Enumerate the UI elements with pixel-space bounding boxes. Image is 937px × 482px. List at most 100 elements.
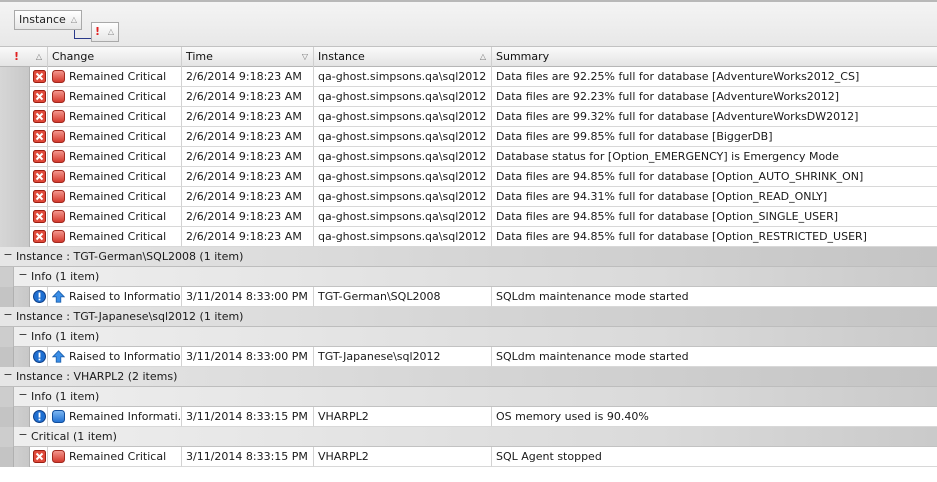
instance-cell: qa-ghost.simpsons.qa\sql2012 xyxy=(314,87,492,107)
instance-cell: qa-ghost.simpsons.qa\sql2012 xyxy=(314,107,492,127)
severity-cell xyxy=(30,447,48,467)
instance-cell: qa-ghost.simpsons.qa\sql2012 xyxy=(314,67,492,87)
severity-cell xyxy=(30,347,48,367)
row-indent xyxy=(0,187,30,207)
row-indent-outer xyxy=(0,447,14,467)
group-label: Instance : TGT-Japanese\sql2012 (1 item) xyxy=(16,310,244,323)
group-by-severity-label: ! xyxy=(95,25,101,38)
collapse-icon[interactable]: − xyxy=(18,329,28,341)
sort-ascending-icon: △ xyxy=(107,27,114,36)
change-cell: Remained Critical xyxy=(48,167,182,187)
change-text: Remained Critical xyxy=(69,150,167,163)
subgroup-row[interactable]: − Info (1 item) xyxy=(0,387,937,407)
severity-cell xyxy=(30,107,48,127)
table-row[interactable]: Remained Critical 3/11/2014 8:33:15 PM VHA… xyxy=(0,447,937,467)
change-text: Raised to Informatio... xyxy=(69,290,182,303)
change-cell: Remained Critical xyxy=(48,87,182,107)
up-arrow-icon xyxy=(52,290,65,303)
critical-x-icon xyxy=(33,110,46,123)
instance-header-label: Instance xyxy=(318,50,365,63)
subgroup-row[interactable]: − Info (1 item) xyxy=(0,327,937,347)
change-cell: Remained Critical xyxy=(48,67,182,87)
change-text: Raised to Informatio... xyxy=(69,350,182,363)
subgroup-indent xyxy=(0,267,14,287)
collapse-icon[interactable]: − xyxy=(18,389,28,401)
critical-x-icon xyxy=(33,70,46,83)
info-bang-icon xyxy=(33,290,46,303)
collapse-icon[interactable]: − xyxy=(3,249,13,261)
severity-cell xyxy=(30,87,48,107)
table-row[interactable]: Remained Critical 2/6/2014 9:18:23 AM qa-g… xyxy=(0,147,937,167)
instance-cell: qa-ghost.simpsons.qa\sql2012 xyxy=(314,187,492,207)
table-row[interactable]: Remained Informati... 3/11/2014 8:33:15 P… xyxy=(0,407,937,427)
table-row[interactable]: Remained Critical 2/6/2014 9:18:23 AM qa-g… xyxy=(0,187,937,207)
row-indent-outer xyxy=(0,407,14,427)
group-row[interactable]: − Instance : TGT-Japanese\sql2012 (1 item… xyxy=(0,307,937,327)
summary-cell: Data files are 94.85% full for database … xyxy=(492,227,937,247)
severity-cell xyxy=(30,147,48,167)
table-row[interactable]: Remained Critical 2/6/2014 9:18:23 AM qa-g… xyxy=(0,67,937,87)
table-row[interactable]: Remained Critical 2/6/2014 9:18:23 AM qa-g… xyxy=(0,227,937,247)
collapse-icon[interactable]: − xyxy=(18,269,28,281)
red-state-icon xyxy=(52,70,65,83)
collapse-icon[interactable]: − xyxy=(18,429,28,441)
column-header-time[interactable]: Time ▽ xyxy=(182,47,314,67)
row-indent xyxy=(0,87,30,107)
table-row[interactable]: Remained Critical 2/6/2014 9:18:23 AM qa-g… xyxy=(0,207,937,227)
group-row[interactable]: − Instance : TGT-German\SQL2008 (1 item) xyxy=(0,247,937,267)
column-header-change[interactable]: Change xyxy=(48,47,182,67)
summary-cell: Data files are 94.85% full for database … xyxy=(492,207,937,227)
severity-cell xyxy=(30,287,48,307)
collapse-icon[interactable]: − xyxy=(3,309,13,321)
group-row[interactable]: − Instance : VHARPL2 (2 items) xyxy=(0,367,937,387)
critical-x-icon xyxy=(33,130,46,143)
info-bang-icon xyxy=(33,410,46,423)
group-by-instance-chip[interactable]: Instance △ xyxy=(14,10,82,30)
group-by-severity-chip[interactable]: ! △ xyxy=(91,22,119,42)
summary-cell: Data files are 92.25% full for database … xyxy=(492,67,937,87)
subgroup-row[interactable]: − Critical (1 item) xyxy=(0,427,937,447)
table-row[interactable]: Raised to Informatio... 3/11/2014 8:33:00… xyxy=(0,287,937,307)
change-cell: Remained Critical xyxy=(48,227,182,247)
summary-cell: SQLdm maintenance mode started xyxy=(492,287,937,307)
red-state-icon xyxy=(52,110,65,123)
change-cell: Raised to Informatio... xyxy=(48,287,182,307)
table-row[interactable]: Remained Critical 2/6/2014 9:18:23 AM qa-g… xyxy=(0,107,937,127)
row-indent-outer xyxy=(0,347,14,367)
time-cell: 2/6/2014 9:18:23 AM xyxy=(182,107,314,127)
subgroup-label: Critical (1 item) xyxy=(31,430,117,443)
column-header-instance[interactable]: Instance △ xyxy=(314,47,492,67)
table-row[interactable]: Remained Critical 2/6/2014 9:18:23 AM qa-g… xyxy=(0,127,937,147)
instance-cell: qa-ghost.simpsons.qa\sql2012 xyxy=(314,147,492,167)
critical-x-icon xyxy=(33,150,46,163)
summary-header-label: Summary xyxy=(496,50,550,63)
time-cell: 3/11/2014 8:33:00 PM xyxy=(182,287,314,307)
severity-cell xyxy=(30,127,48,147)
change-cell: Remained Critical xyxy=(48,447,182,467)
row-indent xyxy=(0,67,30,87)
info-bang-icon xyxy=(33,350,46,363)
row-indent xyxy=(0,207,30,227)
change-header-label: Change xyxy=(52,50,95,63)
change-cell: Remained Critical xyxy=(48,207,182,227)
column-header-summary[interactable]: Summary xyxy=(492,47,937,67)
critical-x-icon xyxy=(33,190,46,203)
summary-cell: Data files are 94.85% full for database … xyxy=(492,167,937,187)
time-cell: 2/6/2014 9:18:23 AM xyxy=(182,127,314,147)
table-row[interactable]: Raised to Informatio... 3/11/2014 8:33:00… xyxy=(0,347,937,367)
subgroup-indent xyxy=(0,427,14,447)
table-row[interactable]: Remained Critical 2/6/2014 9:18:23 AM qa-g… xyxy=(0,87,937,107)
subgroup-label: Info (1 item) xyxy=(31,390,100,403)
severity-cell xyxy=(30,407,48,427)
severity-cell xyxy=(30,67,48,87)
time-cell: 2/6/2014 9:18:23 AM xyxy=(182,87,314,107)
time-cell: 2/6/2014 9:18:23 AM xyxy=(182,67,314,87)
summary-cell: Data files are 99.85% full for database … xyxy=(492,127,937,147)
subgroup-label: Info (1 item) xyxy=(31,330,100,343)
subgroup-row[interactable]: − Info (1 item) xyxy=(0,267,937,287)
collapse-icon[interactable]: − xyxy=(3,369,13,381)
table-row[interactable]: Remained Critical 2/6/2014 9:18:23 AM qa-g… xyxy=(0,167,937,187)
column-header-severity[interactable]: ! △ xyxy=(10,47,48,67)
row-indent xyxy=(0,107,30,127)
row-indent xyxy=(0,167,30,187)
